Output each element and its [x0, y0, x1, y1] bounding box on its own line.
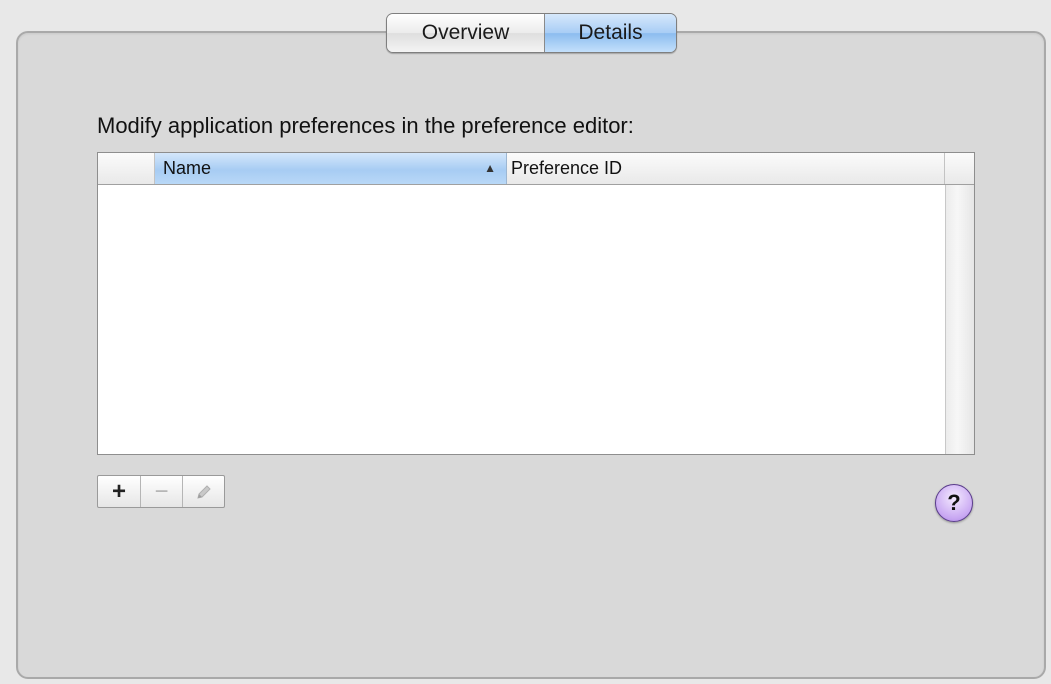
- sort-ascending-icon: ▲: [484, 161, 496, 175]
- preferences-window: Overview Details Modify application pref…: [0, 0, 1051, 684]
- preferences-table[interactable]: Name ▲ Preference ID: [97, 152, 975, 455]
- column-header-name[interactable]: Name ▲: [155, 153, 507, 184]
- column-header-preference-id-label: Preference ID: [511, 158, 623, 178]
- table-header-corner: [945, 153, 974, 184]
- edit-button[interactable]: [182, 476, 224, 507]
- column-header-blank[interactable]: [98, 153, 155, 184]
- column-header-name-label: Name: [163, 158, 212, 178]
- tab-details[interactable]: Details: [545, 14, 676, 52]
- remove-button[interactable]: −: [140, 476, 182, 507]
- add-button[interactable]: +: [98, 476, 140, 507]
- tab-overview[interactable]: Overview: [387, 14, 545, 52]
- instruction-label: Modify application preferences in the pr…: [97, 113, 634, 138]
- pencil-icon: [196, 484, 211, 499]
- help-button[interactable]: ?: [935, 484, 973, 522]
- tab-bar: Overview Details: [386, 13, 677, 53]
- vertical-scrollbar[interactable]: [945, 185, 974, 454]
- table-header: Name ▲ Preference ID: [98, 153, 974, 185]
- table-button-bar: + −: [97, 475, 225, 508]
- column-header-preference-id[interactable]: Preference ID: [507, 153, 945, 184]
